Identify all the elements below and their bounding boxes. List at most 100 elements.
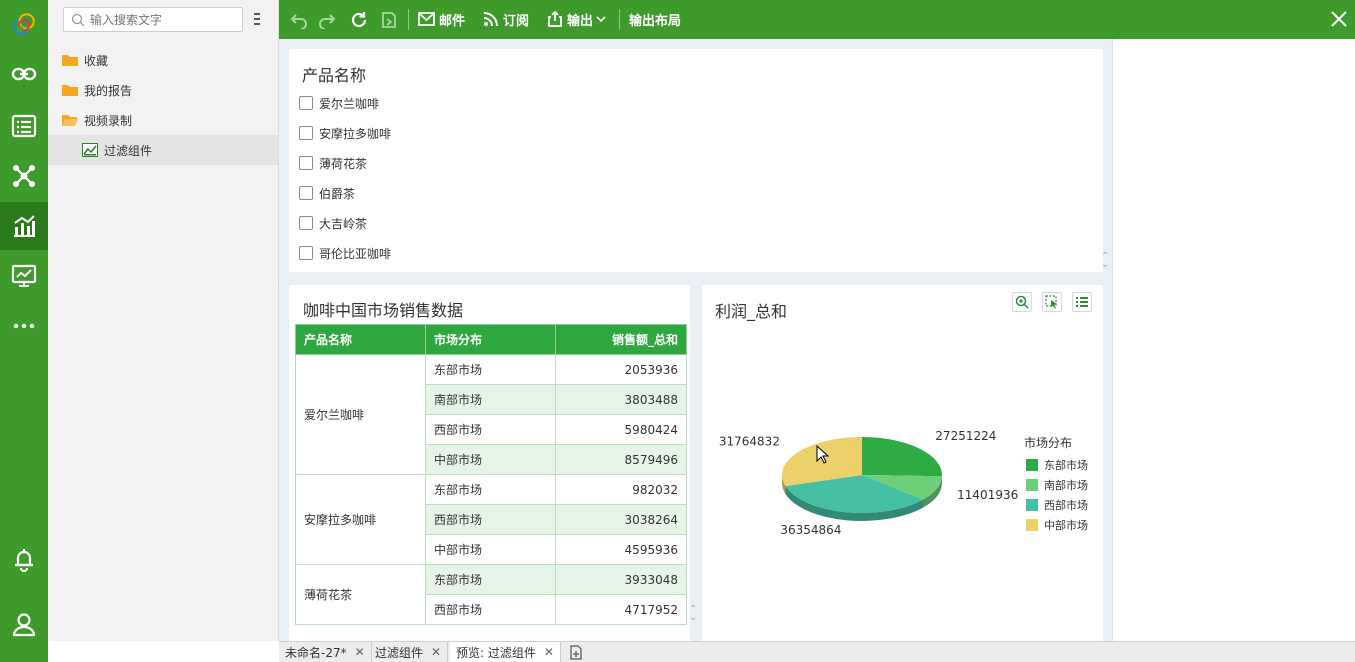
checkbox[interactable] xyxy=(299,186,313,200)
close-icon[interactable] xyxy=(1329,9,1349,29)
market-cell: 东部市场 xyxy=(425,354,556,385)
tree-item-label: 我的报告 xyxy=(84,83,133,98)
tree-item-video-recording[interactable]: 视频录制 xyxy=(48,105,278,135)
analysis-chart-icon[interactable] xyxy=(0,202,48,250)
value-cell: 4595936 xyxy=(555,534,687,565)
column-header[interactable]: 销售额_总和 xyxy=(555,324,687,355)
pie-data-label: 27251224 xyxy=(935,429,996,443)
resize-handle[interactable]: ⌃ ⌄ xyxy=(689,605,697,623)
app-logo-icon[interactable] xyxy=(0,0,48,48)
value-cell: 4717952 xyxy=(555,594,687,625)
value-cell: 3933048 xyxy=(555,564,687,595)
zoom-in-button[interactable] xyxy=(1012,292,1032,312)
new-tab-button[interactable] xyxy=(563,642,589,662)
chart-title: 利润_总和 xyxy=(715,302,788,321)
market-cell: 西部市场 xyxy=(425,504,556,535)
tree-item-filter-component[interactable]: 过滤组件 xyxy=(48,135,278,165)
toolbar-separator xyxy=(619,9,620,30)
folder-icon xyxy=(62,85,78,96)
search-input[interactable] xyxy=(63,7,243,32)
table-row: 安摩拉多咖啡 东部市场 982032 xyxy=(295,474,687,565)
legend-label[interactable]: 南部市场 xyxy=(1044,478,1088,492)
filter-option-label: 薄荷花茶 xyxy=(319,156,368,171)
resize-handle[interactable]: ⌃ ⌄ xyxy=(1101,252,1109,270)
refresh-icon[interactable] xyxy=(349,10,369,30)
user-icon[interactable] xyxy=(0,600,48,648)
legend-toggle-button[interactable] xyxy=(1072,292,1092,312)
filter-option[interactable]: 哥伦比亚咖啡 xyxy=(299,243,391,263)
checkbox[interactable] xyxy=(299,156,313,170)
toolbar-separator xyxy=(408,9,409,30)
tree-menu-icon[interactable] xyxy=(252,12,262,26)
filter-option[interactable]: 安摩拉多咖啡 xyxy=(299,123,391,143)
column-header[interactable]: 市场分布 xyxy=(425,324,556,355)
pie-slice[interactable] xyxy=(862,437,942,477)
more-icon[interactable] xyxy=(0,302,48,350)
document-tab-bar: 未命名-27* ✕ 过滤组件 ✕ 预览: 过滤组件 ✕ xyxy=(279,641,1355,662)
notification-bell-icon[interactable] xyxy=(0,536,48,584)
export-layout-button[interactable]: 输出布局 xyxy=(629,8,681,30)
value-cell: 3038264 xyxy=(555,504,687,535)
tree-item-my-reports[interactable]: 我的报告 xyxy=(48,75,278,105)
filter-option[interactable]: 大吉岭茶 xyxy=(299,213,367,233)
dashboard-canvas: 产品名称 爱尔兰咖啡 安摩拉多咖啡 薄荷花茶 伯爵茶 大吉岭茶 哥伦比亚咖啡 ⌃… xyxy=(279,39,1112,641)
export-dropdown-button[interactable]: 输出 xyxy=(547,8,610,30)
product-cell: 安摩拉多咖啡 xyxy=(295,474,426,565)
legend-label[interactable]: 东部市场 xyxy=(1044,458,1088,472)
redo-icon[interactable] xyxy=(317,10,337,30)
value-cell: 2053936 xyxy=(555,354,687,385)
checkbox[interactable] xyxy=(299,126,313,140)
save-as-icon[interactable] xyxy=(379,10,399,30)
filter-title: 产品名称 xyxy=(302,66,367,85)
market-cell: 西部市场 xyxy=(425,594,556,625)
tree-item-label: 过滤组件 xyxy=(104,143,153,158)
link-icon[interactable] xyxy=(0,50,48,98)
zoom-in-icon xyxy=(1015,295,1029,309)
filter-option-label: 伯爵茶 xyxy=(319,186,356,201)
legend-swatch[interactable] xyxy=(1026,479,1038,491)
legend-label[interactable]: 西部市场 xyxy=(1044,498,1088,512)
mouse-cursor-icon xyxy=(816,445,830,464)
market-cell: 西部市场 xyxy=(425,414,556,445)
filter-option-label: 爱尔兰咖啡 xyxy=(319,96,380,111)
dashboard-icon[interactable] xyxy=(0,252,48,300)
select-button[interactable] xyxy=(1042,292,1062,312)
export-icon xyxy=(548,11,562,27)
network-icon[interactable] xyxy=(0,152,48,200)
filter-option[interactable]: 伯爵茶 xyxy=(299,183,355,203)
value-cell: 8579496 xyxy=(555,444,687,475)
tab-untitled[interactable]: 未命名-27* ✕ xyxy=(279,642,372,662)
new-document-icon xyxy=(570,644,582,660)
legend-swatch[interactable] xyxy=(1026,519,1038,531)
legend-label[interactable]: 中部市场 xyxy=(1044,518,1088,532)
checkbox[interactable] xyxy=(299,246,313,260)
rss-icon xyxy=(483,12,498,27)
market-cell: 南部市场 xyxy=(425,384,556,415)
legend-title: 市场分布 xyxy=(1024,435,1072,450)
subscribe-button[interactable]: 订阅 xyxy=(483,8,529,30)
legend-swatch[interactable] xyxy=(1026,499,1038,511)
properties-pane xyxy=(1112,39,1355,641)
tree-item-label: 收藏 xyxy=(84,53,109,68)
mail-button[interactable]: 邮件 xyxy=(418,8,465,30)
undo-icon[interactable] xyxy=(289,10,309,30)
sales-table: 产品名称 市场分布 销售额_总和 爱尔兰咖啡 东部市场 2053936 南部市场… xyxy=(295,324,687,625)
checkbox[interactable] xyxy=(299,216,313,230)
table-title: 咖啡中国市场销售数据 xyxy=(303,301,464,320)
checkbox[interactable] xyxy=(299,96,313,110)
legend-swatch[interactable] xyxy=(1026,459,1038,471)
filter-option[interactable]: 薄荷花茶 xyxy=(299,153,367,173)
tab-preview-filter-component[interactable]: 预览: 过滤组件 ✕ xyxy=(450,642,561,662)
filter-option[interactable]: 爱尔兰咖啡 xyxy=(299,93,379,113)
tab-close-icon[interactable]: ✕ xyxy=(431,645,441,659)
resource-tree-panel: 收藏 我的报告 视频录制 过滤组件 xyxy=(48,0,279,641)
filter-option-label: 大吉岭茶 xyxy=(319,216,368,231)
market-cell: 东部市场 xyxy=(425,564,556,595)
column-header[interactable]: 产品名称 xyxy=(295,324,426,355)
report-list-icon[interactable] xyxy=(0,102,48,150)
tab-label: 过滤组件 xyxy=(375,645,424,660)
tab-close-icon[interactable]: ✕ xyxy=(544,645,554,659)
tab-filter-component[interactable]: 过滤组件 ✕ xyxy=(369,642,449,662)
tree-item-favorites[interactable]: 收藏 xyxy=(48,45,278,75)
tab-close-icon[interactable]: ✕ xyxy=(355,645,365,659)
